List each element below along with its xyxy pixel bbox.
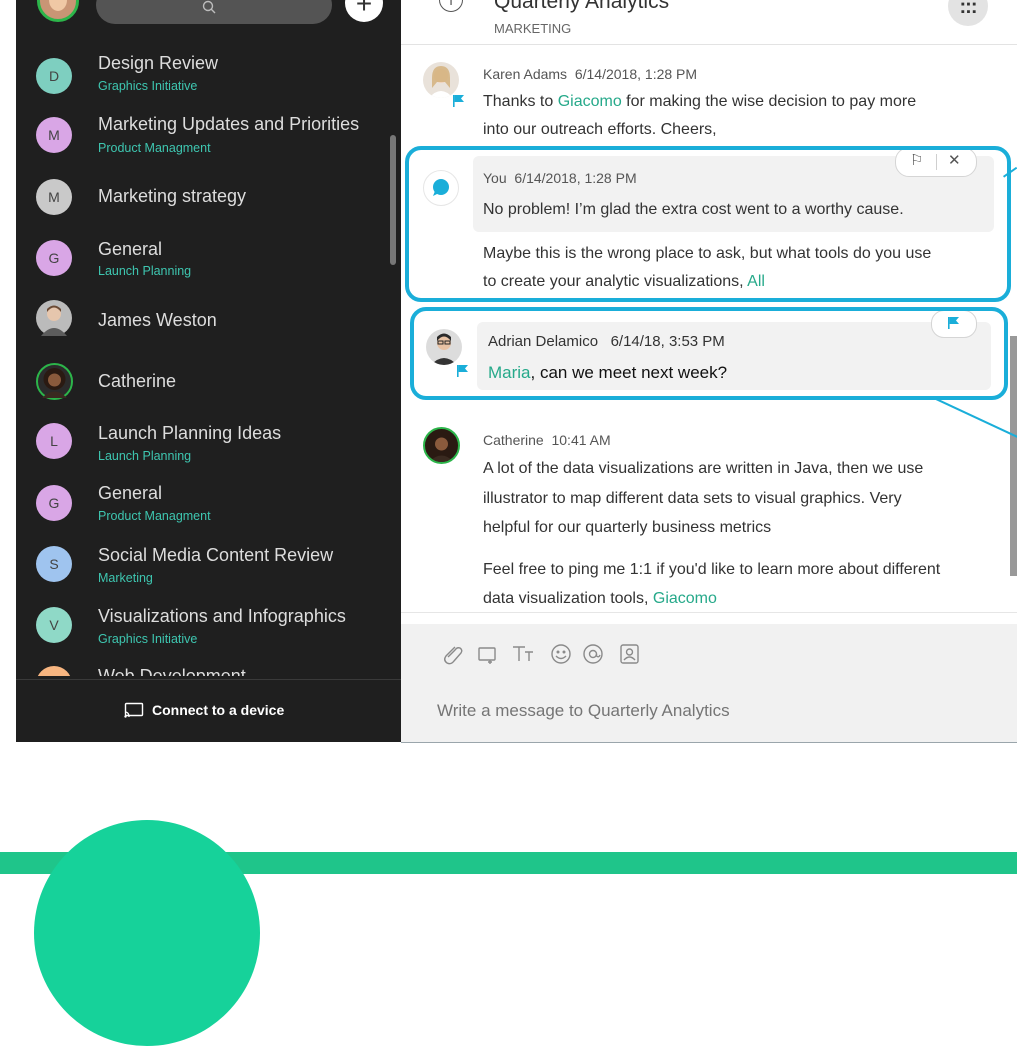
compose-toolbar: [441, 642, 661, 671]
space-item-general-launch[interactable]: G General Launch Planning: [16, 226, 401, 286]
space-name: Visualizations and Infographics: [98, 606, 346, 626]
contact-icon[interactable]: [620, 644, 639, 664]
more-options-button[interactable]: :::: [948, 0, 988, 26]
highlight-box: [405, 146, 1011, 302]
space-team: Launch Planning: [98, 449, 192, 463]
text-format-icon[interactable]: [513, 646, 533, 661]
paperclip-icon[interactable]: [444, 646, 463, 665]
connect-label: Connect to a device: [152, 702, 285, 718]
space-avatar: G: [36, 485, 72, 521]
space-avatar: V: [36, 607, 72, 643]
flag-icon: [453, 95, 464, 107]
mention-icon[interactable]: [583, 644, 603, 664]
my-avatar[interactable]: [37, 0, 79, 22]
mention-link[interactable]: Giacomo: [558, 93, 622, 110]
text-segment: data visualization tools,: [483, 590, 653, 607]
space-name: Web Development: [98, 666, 246, 676]
cast-icon: [124, 702, 144, 718]
sidebar-footer: Connect to a device: [16, 679, 401, 743]
decorative-circle: [34, 820, 260, 1046]
compose-area: Write a message to Quarterly Analytics: [401, 624, 1017, 742]
space-avatar: D: [36, 58, 72, 94]
connect-device-button[interactable]: Connect to a device: [124, 702, 284, 718]
space-name: Social Media Content Review: [98, 545, 334, 565]
divider: [401, 612, 1017, 613]
message-input[interactable]: Write a message to Quarterly Analytics: [437, 701, 730, 721]
space-item-design-review[interactable]: D Design Review Graphics Initiative: [16, 46, 401, 106]
message-text: into our outreach efforts. Cheers,: [483, 121, 717, 138]
karen-avatar[interactable]: [423, 62, 459, 98]
message-author: Karen Adams: [483, 66, 568, 82]
space-avatar: M: [36, 179, 72, 215]
space-avatar: G: [36, 240, 72, 276]
space-team: Graphics Initiative: [98, 79, 198, 93]
space-item-general-product[interactable]: G General Product Managment: [16, 466, 401, 526]
whiteboard-icon[interactable]: [478, 647, 496, 664]
space-name: General: [98, 483, 163, 503]
message-meta: Karen Adams 6/14/2018, 1:28 PM: [483, 66, 697, 82]
space-name: Launch Planning Ideas: [98, 423, 282, 443]
search-button[interactable]: [96, 0, 332, 24]
space-item-marketing-strategy[interactable]: M Marketing strategy: [16, 166, 401, 226]
text-segment: for making the wise decision to pay more: [621, 93, 917, 110]
space-avatar: [36, 666, 72, 676]
space-item-catherine[interactable]: Catherine: [16, 346, 401, 406]
person-avatar: [36, 363, 73, 400]
sidebar-header: +: [16, 0, 401, 44]
message-text: helpful for our quarterly business metri…: [483, 519, 772, 536]
space-avatar: M: [36, 117, 72, 153]
space-item-social-media[interactable]: S Social Media Content Review Marketing: [16, 526, 401, 586]
message-text: illustrator to map different data sets t…: [483, 490, 902, 507]
sidebar: + D Design Review Graphics Initiative M …: [16, 0, 401, 742]
message-meta: Catherine 10:41 AM: [483, 432, 611, 448]
message-text: Feel free to ping me 1:1 if you'd like t…: [483, 561, 941, 578]
info-icon[interactable]: i: [439, 0, 463, 12]
space-team: Product Managment: [98, 141, 211, 155]
space-team: Launch Planning: [98, 264, 192, 278]
space-list: D Design Review Graphics Initiative M Ma…: [16, 46, 401, 676]
emoji-icon[interactable]: [551, 644, 571, 664]
space-name: Marketing Updates and Priorities: [98, 114, 360, 134]
space-team: Marketing: [98, 571, 153, 585]
space-item-web-development[interactable]: Web Development: [16, 646, 401, 676]
space-name: Design Review: [98, 53, 219, 73]
highlight-box: [410, 307, 1008, 400]
space-avatar: L: [36, 423, 72, 459]
space-team: Product Managment: [98, 509, 211, 523]
catherine-avatar[interactable]: [423, 427, 460, 464]
space-name: James Weston: [98, 310, 217, 330]
space-name: Catherine: [98, 371, 177, 391]
mention-link[interactable]: Giacomo: [653, 590, 717, 607]
space-name: General: [98, 239, 163, 259]
room-title: Quarterly Analytics: [494, 0, 670, 13]
person-avatar: [36, 300, 72, 336]
search-icon: [202, 0, 216, 14]
message-time: 6/14/2018, 1:28 PM: [574, 66, 698, 82]
space-name: Marketing strategy: [98, 186, 247, 206]
space-avatar: S: [36, 546, 72, 582]
message-text: Thanks to Giacomo for making the wise de…: [483, 89, 916, 115]
text-segment: Thanks to: [483, 93, 558, 110]
sidebar-scrollbar[interactable]: [390, 135, 396, 265]
room-header: i Quarterly Analytics MARKETING :::: [401, 0, 1017, 45]
message-author: Catherine: [483, 432, 544, 448]
conversation-scrollbar[interactable]: [1010, 336, 1017, 576]
message-text: data visualization tools, Giacomo: [483, 586, 717, 612]
room-team: MARKETING: [494, 21, 572, 36]
space-item-james-weston[interactable]: James Weston: [16, 286, 401, 346]
message-time: 10:41 AM: [551, 432, 611, 448]
space-team: Graphics Initiative: [98, 632, 198, 646]
add-space-button[interactable]: +: [345, 0, 383, 22]
space-item-marketing-updates[interactable]: M Marketing Updates and Priorities Produ…: [16, 106, 401, 166]
space-item-launch-planning-ideas[interactable]: L Launch Planning Ideas Launch Planning: [16, 406, 401, 466]
space-item-visualizations[interactable]: V Visualizations and Infographics Graphi…: [16, 586, 401, 646]
message-text: A lot of the data visualizations are wri…: [483, 460, 924, 477]
